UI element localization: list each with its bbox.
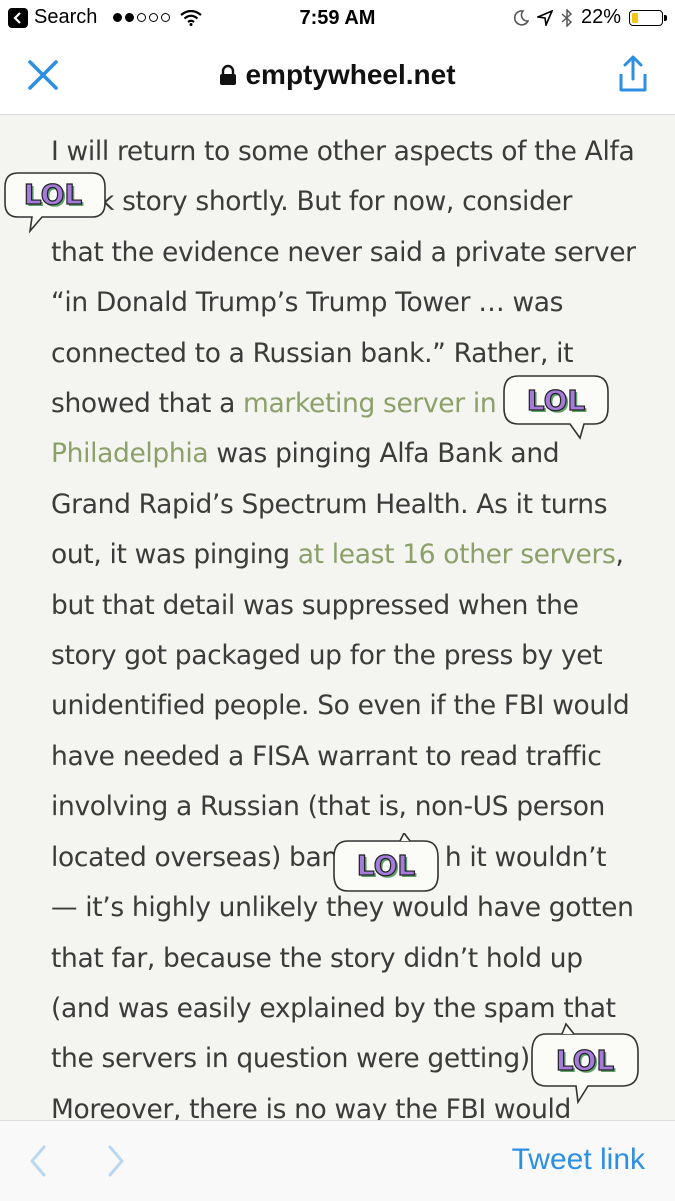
link-marketing-server[interactable]: marketing server in xyxy=(243,388,497,419)
article-line: story got packaged up for the press by y… xyxy=(51,640,603,672)
moon-icon xyxy=(513,9,529,26)
tweet-link-button[interactable]: Tweet link xyxy=(512,1143,645,1177)
status-right: 22% xyxy=(513,6,667,29)
chevron-left-icon[interactable] xyxy=(26,1143,50,1179)
article-line: that far, because the story didn’t hold … xyxy=(51,942,583,974)
article-line: k story shortly. But for now, consider xyxy=(99,186,573,218)
svg-text:LOL: LOL xyxy=(556,1044,615,1077)
page-url-text: emptywheel.net xyxy=(245,59,456,90)
article-line: unidentified people. So even if the FBI … xyxy=(51,690,630,722)
location-icon xyxy=(536,9,553,26)
lock-icon xyxy=(220,64,237,85)
article-viewport[interactable]: I will return to some other aspects of t… xyxy=(0,115,675,1120)
page-url: emptywheel.net xyxy=(0,59,675,91)
article-line: have needed a FISA warrant to read traff… xyxy=(51,740,602,772)
article-line: “in Donald Trump’s Trump Tower … was xyxy=(51,287,564,319)
svg-text:LOL: LOL xyxy=(527,384,586,417)
bottom-toolbar: Tweet link xyxy=(0,1120,675,1201)
status-bar: Search 7:59 AM 22% xyxy=(0,0,675,36)
lol-sticker: LOL LOL xyxy=(330,831,442,910)
article-line: Grand Rapid’s Spectrum Health. As it tur… xyxy=(51,488,608,520)
lol-sticker: LOL LOL xyxy=(2,169,108,240)
article-line: that the evidence never said a private s… xyxy=(51,236,636,268)
article-line: but that detail was suppressed when the xyxy=(51,589,579,621)
svg-text:LOL: LOL xyxy=(24,178,83,211)
battery-percent: 22% xyxy=(580,6,621,28)
battery-icon xyxy=(629,9,667,26)
svg-text:LOL: LOL xyxy=(357,849,416,882)
battery-level xyxy=(632,12,638,23)
article-body: I will return to some other aspects of t… xyxy=(51,127,641,1120)
lol-sticker: LOL LOL xyxy=(500,372,612,447)
article-line: involving a Russian (that is, non-US per… xyxy=(51,791,606,823)
bluetooth-icon xyxy=(561,8,573,27)
lol-sticker: LOL LOL xyxy=(526,1022,644,1115)
article-line: out, it was pinging at least 16 other se… xyxy=(51,539,624,571)
chevron-right-icon[interactable] xyxy=(104,1143,128,1179)
link-16-other-servers[interactable]: at least 16 other servers xyxy=(298,539,616,570)
link-philadelphia[interactable]: Philadelphia xyxy=(51,438,209,469)
browser-nav-bar: emptywheel.net xyxy=(0,36,675,115)
article-line: I will return to some other aspects of t… xyxy=(51,136,635,167)
share-icon[interactable] xyxy=(615,54,651,94)
